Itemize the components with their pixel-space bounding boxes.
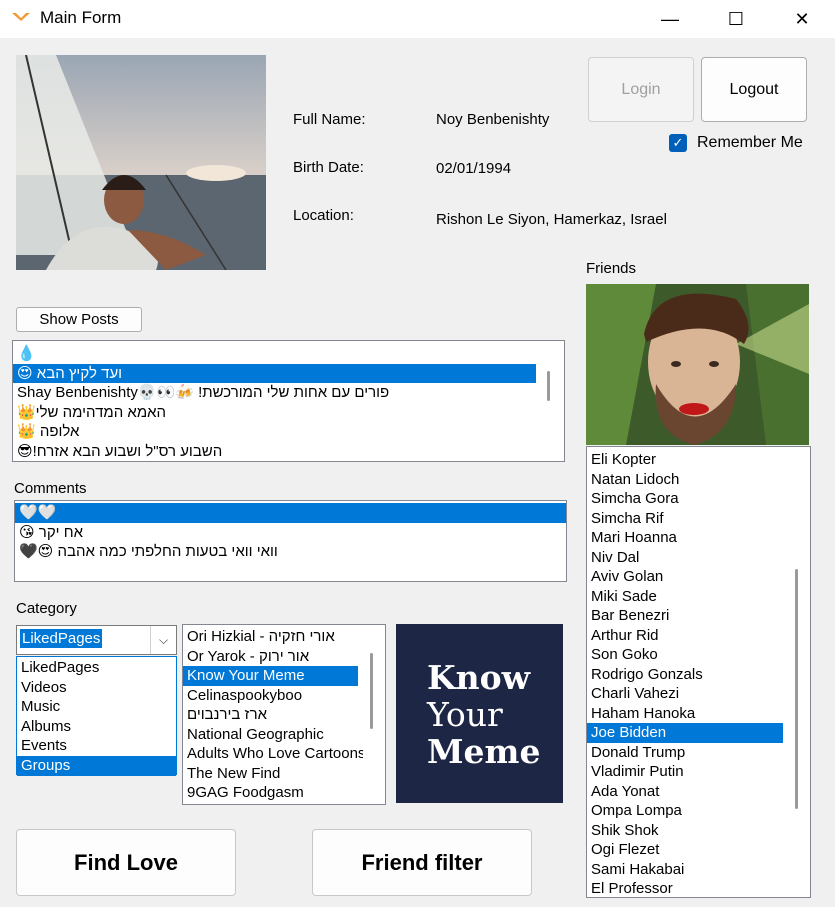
dropdown-option[interactable]: Events <box>17 736 176 756</box>
logout-button[interactable]: Logout <box>701 57 807 122</box>
list-item[interactable]: Natan Lidoch <box>587 470 783 490</box>
logo-line: Your <box>427 695 503 734</box>
window-title: Main Form <box>40 8 122 27</box>
list-item[interactable]: Rodrigo Gonzals <box>587 665 783 685</box>
list-item[interactable]: Ada Yonat <box>587 782 783 802</box>
list-item[interactable]: Son Goko <box>587 645 783 665</box>
category-items-list[interactable]: אורי חזקיה - Ori Hizkial אור ירוק - Or Y… <box>182 624 386 805</box>
list-item[interactable]: Haham Hanoka <box>587 704 783 724</box>
app-logo-icon <box>12 13 30 21</box>
list-item[interactable]: Niv Dal <box>587 548 783 568</box>
list-item[interactable]: אור ירוק - Or Yarok <box>183 647 363 667</box>
birth-date-label: Birth Date: <box>293 159 364 176</box>
list-item[interactable]: Arthur Rid <box>587 626 783 646</box>
pages-scrollbar[interactable] <box>370 653 373 729</box>
dropdown-option[interactable]: Videos <box>17 678 176 698</box>
dropdown-option[interactable]: Albums <box>17 717 176 737</box>
list-item[interactable]: Joe Bidden <box>587 723 783 743</box>
friend-picture <box>586 284 809 445</box>
dropdown-option[interactable]: LikedPages <box>17 658 176 678</box>
comments-label: Comments <box>14 480 87 497</box>
maximize-button[interactable]: ☐ <box>703 0 769 38</box>
location-value: Rishon Le Siyon, Hamerkaz, Israel <box>436 211 667 228</box>
logo-line: Meme <box>427 732 541 771</box>
remember-me-label: Remember Me <box>697 134 803 151</box>
friend-filter-button[interactable]: Friend filter <box>312 829 532 896</box>
list-item[interactable]: Simcha Gora <box>587 489 783 509</box>
list-item[interactable]: Adults Who Love Cartoons <box>183 744 363 764</box>
list-item[interactable]: אורי חזקיה - Ori Hizkial <box>183 627 363 647</box>
location-label: Location: <box>293 207 354 224</box>
posts-list[interactable]: 💧 ועד לקיץ הבא 😍 פורים עם אחות שלי המורכ… <box>12 340 565 462</box>
list-item[interactable]: Donald Trump <box>587 743 783 763</box>
list-item[interactable]: Aviv Golan <box>587 567 783 587</box>
list-item[interactable]: האמא המדהימה שלי👑 <box>13 403 564 423</box>
remember-me-checkbox[interactable]: ✓ <box>669 134 687 152</box>
list-item[interactable]: Mari Hoanna <box>587 528 783 548</box>
list-item[interactable]: ארז בירנבוים <box>183 705 363 725</box>
birth-date-value: 02/01/1994 <box>436 160 512 177</box>
maximize-icon: ☐ <box>727 8 745 29</box>
close-icon: ✕ <box>794 8 810 29</box>
category-dropdown[interactable]: LikedPages Videos Music Albums Events Gr… <box>16 656 177 776</box>
posts-scrollbar[interactable] <box>547 371 550 401</box>
list-item[interactable]: Eli Kopter <box>587 450 783 470</box>
list-item[interactable]: פורים עם אחות שלי המורכשת! 🍻👀💀Shay Benbe… <box>13 383 564 403</box>
friends-label: Friends <box>586 260 637 277</box>
list-item[interactable]: Vladimir Putin <box>587 762 783 782</box>
logo-line: Know <box>427 658 531 697</box>
list-item[interactable]: ועד לקיץ הבא 😍 <box>13 363 536 383</box>
list-item[interactable]: וואי וואי בטעות החלפתי כמה אהבה 😍🖤 <box>15 542 566 562</box>
list-item[interactable]: Miki Sade <box>587 587 783 607</box>
list-item[interactable]: El Professor <box>587 879 783 897</box>
list-item[interactable]: Shik Shok <box>587 821 783 841</box>
show-posts-button[interactable]: Show Posts <box>16 307 142 332</box>
list-item[interactable]: Sami Hakabai <box>587 860 783 880</box>
list-item[interactable]: Ompa Lompa <box>587 801 783 821</box>
list-item[interactable]: Ogi Flezet <box>587 840 783 860</box>
list-item[interactable]: Celinaspookyboo <box>183 686 363 706</box>
dropdown-option[interactable]: Music <box>17 697 176 717</box>
close-button[interactable]: ✕ <box>769 0 835 38</box>
category-selected-value: LikedPages <box>20 629 103 648</box>
checkmark-icon: ✓ <box>672 135 684 150</box>
list-item[interactable]: Know Your Meme <box>183 666 358 686</box>
page-logo-image: Know Your Meme <box>396 624 563 803</box>
list-item[interactable]: 9GAG Foodgasm <box>183 783 363 803</box>
chevron-down-icon[interactable]: ⌵ <box>150 626 176 654</box>
list-item[interactable]: 💧 <box>13 344 564 364</box>
category-label: Category <box>16 600 77 617</box>
list-item[interactable]: אח יקר 😘 <box>15 523 566 543</box>
full-name-label: Full Name: <box>293 111 366 128</box>
list-item[interactable]: Bar Benezri <box>587 606 783 626</box>
profile-picture <box>16 55 266 270</box>
list-item[interactable]: Charli Vahezi <box>587 684 783 704</box>
comments-list[interactable]: 🤍🤍 אח יקר 😘 וואי וואי בטעות החלפתי כמה א… <box>14 500 567 582</box>
login-button[interactable]: Login <box>588 57 694 122</box>
dropdown-option[interactable]: Groups <box>17 755 176 776</box>
full-name-value: Noy Benbenishty <box>436 111 550 128</box>
friends-scrollbar[interactable] <box>795 569 798 809</box>
title-bar: Main Form — ☐ ✕ <box>0 0 835 38</box>
category-combobox[interactable]: LikedPages ⌵ <box>16 625 177 655</box>
find-love-button[interactable]: Find Love <box>16 829 236 896</box>
list-item[interactable]: אלופה 👑 <box>13 422 564 442</box>
minimize-button[interactable]: — <box>637 0 703 38</box>
list-item[interactable]: השבוע רס"ל ושבוע הבא אזרח!😎 <box>13 442 564 462</box>
list-item[interactable]: Simcha Rif <box>587 509 783 529</box>
friends-list[interactable]: Eli Kopter Natan Lidoch Simcha Gora Simc… <box>586 446 811 898</box>
list-item[interactable]: The New Find <box>183 764 363 784</box>
minimize-icon: — <box>661 8 679 29</box>
list-item[interactable]: 🤍🤍 <box>15 503 566 523</box>
list-item[interactable]: National Geographic <box>183 725 363 745</box>
